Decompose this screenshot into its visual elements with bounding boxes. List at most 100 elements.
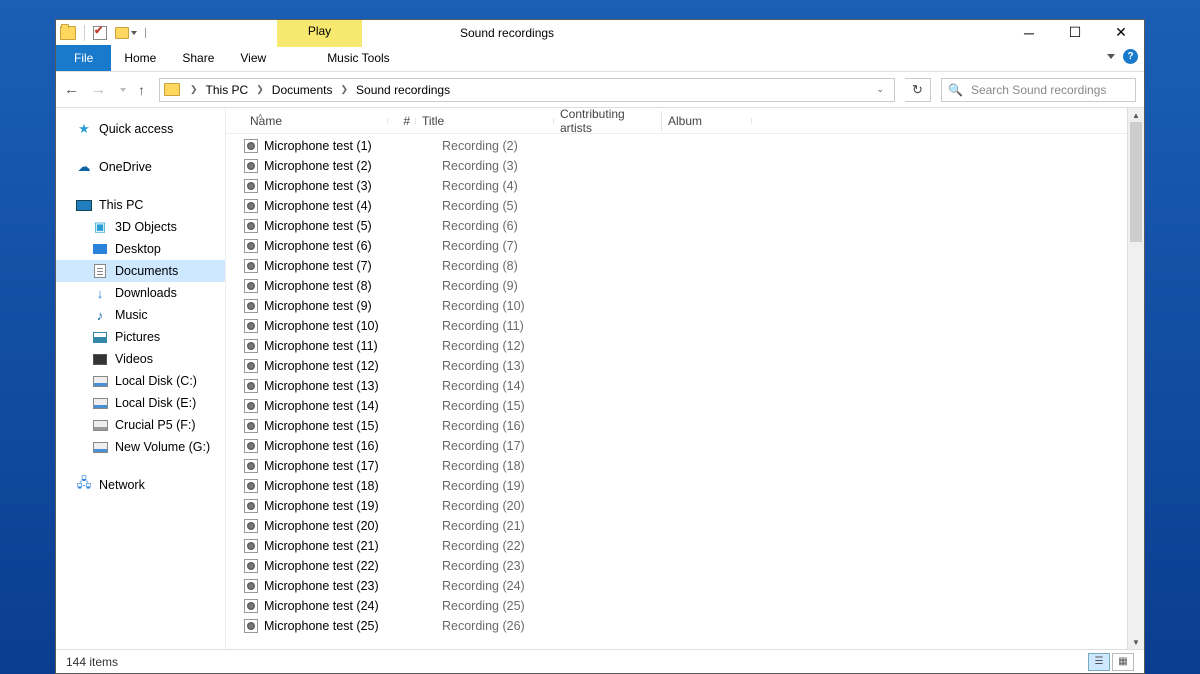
cloud-icon: ☁ [76,159,92,175]
back-button[interactable]: ← [64,81,79,98]
audio-file-icon [244,539,258,553]
file-row[interactable]: Microphone test (9)Recording (10) [226,296,1127,316]
sidebar-item-crucial-p5[interactable]: Crucial P5 (F:) [56,414,225,436]
expand-ribbon-icon[interactable] [1107,54,1115,59]
tab-home[interactable]: Home [111,45,169,71]
audio-file-icon [244,479,258,493]
column-header-name[interactable]: ˄Name [244,114,388,128]
file-row[interactable]: Microphone test (14)Recording (15) [226,396,1127,416]
sidebar-item-this-pc[interactable]: This PC [56,194,225,216]
body: ★ Quick access ☁ OneDrive This PC ▣ 3D O… [56,108,1144,649]
file-row[interactable]: Microphone test (18)Recording (19) [226,476,1127,496]
file-row[interactable]: Microphone test (3)Recording (4) [226,176,1127,196]
column-header-title[interactable]: Title [416,114,554,128]
address-dropdown-icon[interactable]: ⌄ [868,84,892,95]
help-icon[interactable]: ? [1123,49,1138,64]
sidebar-item-network[interactable]: 🖧 Network [56,474,225,496]
sidebar-item-onedrive[interactable]: ☁ OneDrive [56,156,225,178]
up-button[interactable]: ↑ [138,82,145,98]
details-view-button[interactable]: ☰ [1088,653,1110,671]
file-row[interactable]: Microphone test (23)Recording (24) [226,576,1127,596]
sidebar-item-documents[interactable]: Documents [56,260,225,282]
file-row[interactable]: Microphone test (5)Recording (6) [226,216,1127,236]
file-name: Microphone test (4) [264,199,414,213]
file-list[interactable]: Microphone test (1)Recording (2)Micropho… [226,134,1127,649]
file-row[interactable]: Microphone test (2)Recording (3) [226,156,1127,176]
folder-icon [60,26,76,40]
address-bar[interactable]: ❯ This PC ❯ Documents ❯ Sound recordings… [159,78,895,102]
sidebar-item-quick-access[interactable]: ★ Quick access [56,118,225,140]
chevron-right-icon[interactable]: ❯ [252,84,268,95]
file-row[interactable]: Microphone test (12)Recording (13) [226,356,1127,376]
file-row[interactable]: Microphone test (19)Recording (20) [226,496,1127,516]
file-row[interactable]: Microphone test (11)Recording (12) [226,336,1127,356]
icons-view-button[interactable]: ▦ [1112,653,1134,671]
close-button[interactable]: ✕ [1098,20,1144,45]
refresh-button[interactable]: ↻ [905,78,931,102]
properties-icon[interactable] [93,26,107,40]
audio-file-icon [244,359,258,373]
file-name: Microphone test (7) [264,259,414,273]
maximize-button[interactable]: ☐ [1052,20,1098,45]
file-row[interactable]: Microphone test (6)Recording (7) [226,236,1127,256]
minimize-button[interactable]: ─ [1006,20,1052,45]
new-folder-button[interactable] [115,27,137,39]
file-title: Recording (5) [442,199,592,213]
breadcrumb-documents[interactable]: Documents [268,83,337,97]
column-header-album[interactable]: Album [662,114,752,128]
sidebar-item-local-disk-c[interactable]: Local Disk (C:) [56,370,225,392]
context-tab-label[interactable]: Play [277,24,362,38]
file-title: Recording (9) [442,279,592,293]
sidebar-item-music[interactable]: ♪ Music [56,304,225,326]
column-header-contributing-artists[interactable]: Contributing artists [554,107,662,135]
history-dropdown-icon[interactable] [120,88,126,92]
file-row[interactable]: Microphone test (21)Recording (22) [226,536,1127,556]
search-input[interactable]: 🔍 Search Sound recordings [941,78,1136,102]
chevron-right-icon[interactable]: ❯ [336,84,352,95]
file-row[interactable]: Microphone test (7)Recording (8) [226,256,1127,276]
tab-file[interactable]: File [56,45,111,71]
sidebar-item-pictures[interactable]: Pictures [56,326,225,348]
file-title: Recording (4) [442,179,592,193]
file-title: Recording (11) [442,319,592,333]
sidebar-item-label: Local Disk (C:) [115,374,197,388]
column-header-number[interactable]: # [388,114,416,128]
scroll-down-button[interactable]: ▼ [1128,635,1144,649]
file-row[interactable]: Microphone test (24)Recording (25) [226,596,1127,616]
window-controls: ─ ☐ ✕ [1006,20,1144,45]
file-row[interactable]: Microphone test (17)Recording (18) [226,456,1127,476]
file-title: Recording (14) [442,379,592,393]
file-row[interactable]: Microphone test (22)Recording (23) [226,556,1127,576]
file-row[interactable]: Microphone test (10)Recording (11) [226,316,1127,336]
sidebar-item-downloads[interactable]: ↓ Downloads [56,282,225,304]
file-name: Microphone test (11) [264,339,414,353]
file-name: Microphone test (16) [264,439,414,453]
file-row[interactable]: Microphone test (4) Recording (5) [226,196,1127,216]
sidebar-item-3d-objects[interactable]: ▣ 3D Objects [56,216,225,238]
sidebar-item-desktop[interactable]: Desktop [56,238,225,260]
tab-share[interactable]: Share [169,45,227,71]
breadcrumb-current[interactable]: Sound recordings [352,83,454,97]
network-icon: 🖧 [76,477,92,493]
sidebar-item-local-disk-e[interactable]: Local Disk (E:) [56,392,225,414]
chevron-right-icon[interactable]: ❯ [186,84,202,95]
scroll-up-button[interactable]: ▲ [1128,108,1144,122]
tab-view[interactable]: View [227,45,279,71]
file-name: Microphone test (12) [264,359,414,373]
file-row[interactable]: Microphone test (15)Recording (16) [226,416,1127,436]
file-row[interactable]: Microphone test (25)Recording (26) [226,616,1127,636]
sidebar-item-videos[interactable]: Videos [56,348,225,370]
tab-music-tools[interactable]: Music Tools [314,45,402,71]
file-row[interactable]: Microphone test (1)Recording (2) [226,136,1127,156]
vertical-scrollbar[interactable]: ▲ ▼ [1127,108,1144,649]
sidebar-item-new-volume-g[interactable]: New Volume (G:) [56,436,225,458]
file-row[interactable]: Microphone test (13)Recording (14) [226,376,1127,396]
file-row[interactable]: Microphone test (16)Recording (17) [226,436,1127,456]
sidebar-item-label: Crucial P5 (F:) [115,418,196,432]
breadcrumb-this-pc[interactable]: This PC [202,83,253,97]
file-row[interactable]: Microphone test (20)Recording (21) [226,516,1127,536]
audio-file-icon [244,239,258,253]
scrollbar-thumb[interactable] [1130,122,1142,242]
column-header-label: Contributing artists [560,107,625,135]
file-row[interactable]: Microphone test (8)Recording (9) [226,276,1127,296]
